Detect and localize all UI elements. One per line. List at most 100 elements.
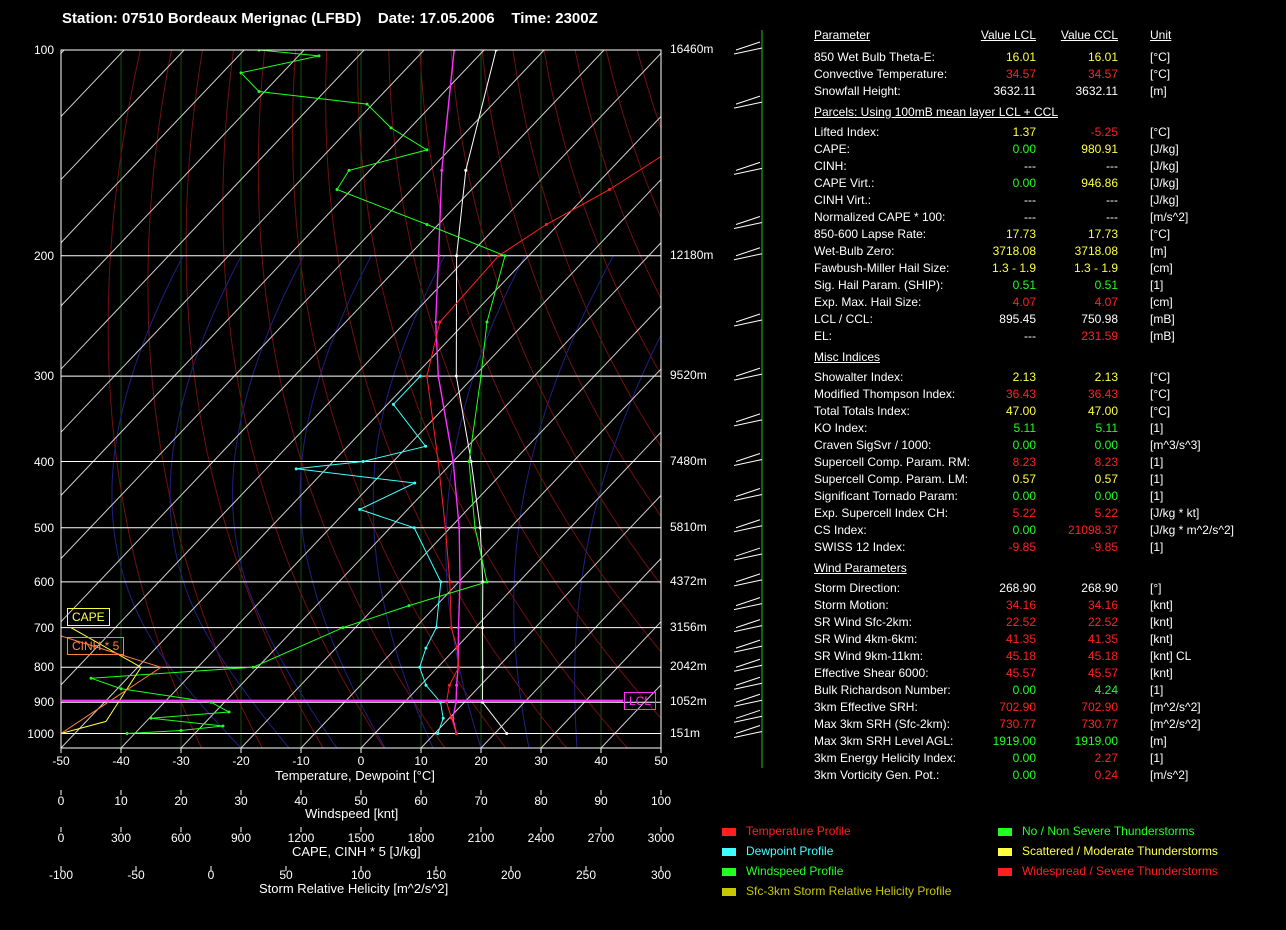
srh-tick-label: 100 (350, 868, 372, 882)
param-unit: [1] (1150, 455, 1164, 469)
temp-tick-label: -20 (232, 754, 250, 768)
dry-adiabat (185, 50, 324, 748)
legend-swatch (998, 827, 1012, 836)
param-name: LCL / CCL: (814, 312, 873, 326)
windspeed-point (335, 188, 339, 192)
table-row: Fawbush-Miller Hail Size: 1.3 - 1.9 1.3 - … (814, 261, 1274, 277)
table-row: CAPE: 0.00 980.91 [J/kg] (814, 142, 1274, 158)
temperature-profile-point (449, 626, 453, 630)
srh-tick-label: 150 (425, 868, 447, 882)
height-label: 3156m (670, 619, 707, 634)
param-unit: [J/kg] (1150, 159, 1179, 173)
table-row: Lifted Index: 1.37 -5.25 [°C] (814, 125, 1274, 141)
table-row: Storm Direction: 268.90 268.90 [°] (814, 581, 1274, 597)
param-value-ccl: 21098.37 (1067, 523, 1118, 537)
param-value-lcl: 34.16 (1005, 598, 1036, 612)
param-value-lcl: 0.00 (1012, 489, 1036, 503)
param-unit: [1] (1150, 683, 1164, 697)
cinh-box: CINH * 5 (67, 637, 125, 655)
param-value-ccl: 22.52 (1087, 615, 1118, 629)
srh-tick-label: 50 (279, 868, 293, 882)
param-unit: [mB] (1150, 329, 1175, 343)
param-value-ccl: 268.90 (1081, 581, 1118, 595)
table-row: KO Index: 5.11 5.11 [1] (814, 421, 1274, 437)
pressure-label: 400 (33, 454, 54, 469)
param-value-lcl: 1919.00 (992, 734, 1036, 748)
temperature-profile-point (447, 683, 451, 687)
param-value-ccl: 2.13 (1094, 370, 1118, 384)
param-unit: [knt] CL (1150, 649, 1192, 663)
cape-tick-label: 0 (57, 831, 65, 845)
pressure-label: 100 (33, 43, 54, 57)
table-header: Parameter Value LCL Value CCL Unit (814, 28, 1274, 44)
table-row: Convective Temperature: 34.57 34.57 [°C] (814, 67, 1274, 83)
pressure-label: 600 (33, 574, 54, 589)
height-label: 4372m (670, 573, 707, 588)
section-title: Misc Indices (814, 350, 881, 364)
windspeed-point (221, 724, 225, 728)
table-row: 3km Energy Helicity Index: 0.00 2.27 [1] (814, 751, 1274, 767)
dewpoint-profile-point (436, 732, 440, 736)
param-name: CINH Virt.: (814, 193, 872, 207)
table-row: Total Totals Index: 47.00 47.00 [°C] (814, 404, 1274, 420)
legend-swatch (722, 847, 736, 856)
wind-tick-label: 20 (174, 794, 188, 808)
virtual-temp-profile-point (454, 374, 458, 378)
param-value-ccl: 34.57 (1087, 67, 1118, 81)
temperature-profile-point (436, 460, 440, 464)
windspeed-point (365, 102, 369, 106)
legend-item: Scattered / Moderate Thunderstorms (998, 844, 1218, 858)
table-row: SR Wind 9km-11km: 45.18 45.18 [knt] CL (814, 649, 1274, 665)
table-row: 3km Vorticity Gen. Pot.: 0.00 0.24 [m/s^2] (814, 768, 1274, 784)
cape-tick-label: 300 (110, 831, 132, 845)
param-name: SR Wind 9km-11km: (814, 649, 924, 663)
param-name: Wet-Bulb Zero: (814, 244, 895, 258)
param-unit: [J/kg] (1150, 193, 1179, 207)
pressure-label: 700 (33, 620, 54, 635)
param-value-lcl: 17.73 (1005, 227, 1036, 241)
header-unit: Unit (1150, 28, 1172, 42)
isotherm (61, 50, 65, 54)
moist-adiabat (513, 255, 614, 748)
param-value-ccl: 0.00 (1094, 489, 1118, 503)
wind-tick-label: 30 (234, 794, 248, 808)
srh-tick-label: 300 (650, 868, 672, 882)
param-name: CAPE: (814, 142, 851, 156)
temperature-profile-point (670, 148, 673, 151)
param-value-ccl: --- (1106, 210, 1118, 224)
height-label: 9520m (670, 368, 707, 383)
table-row: LCL / CCL: 895.45 750.98 [mB] (814, 312, 1274, 328)
header-lcl: Value LCL (980, 28, 1036, 42)
table-row: Wet-Bulb Zero: 3718.08 3718.08 [m] (814, 244, 1274, 260)
temperature-profile-point (450, 716, 454, 720)
param-value-lcl: --- (1024, 159, 1036, 173)
virtual-temp-profile-point (505, 732, 509, 736)
windspeed-point (407, 604, 411, 608)
param-unit: [cm] (1150, 261, 1173, 275)
wind-tick-label: 70 (474, 794, 488, 808)
table-row: Showalter Index: 2.13 2.13 [°C] (814, 370, 1274, 386)
param-unit: [°C] (1150, 404, 1171, 418)
param-value-lcl: 22.52 (1005, 615, 1036, 629)
windspeed-point (425, 222, 429, 226)
param-value-ccl: 36.43 (1087, 387, 1118, 401)
param-value-lcl: 16.01 (1005, 50, 1036, 64)
param-value-lcl: 268.90 (999, 581, 1036, 595)
param-name: 850-600 Lapse Rate: (814, 227, 927, 241)
legend-label: Scattered / Moderate Thunderstorms (1022, 844, 1218, 858)
param-value-lcl: 45.18 (1005, 649, 1036, 663)
param-unit: [1] (1150, 751, 1164, 765)
isotherm (180, 242, 661, 748)
param-value-ccl: 45.57 (1087, 666, 1118, 680)
param-name: Lifted Index: (814, 125, 880, 139)
param-value-lcl: 41.35 (1005, 632, 1036, 646)
legend-swatch (722, 867, 736, 876)
param-name: CS Index: (814, 523, 867, 537)
section-title: Wind Parameters (814, 561, 907, 575)
param-value-lcl: 3718.08 (992, 244, 1036, 258)
temperature-profile (426, 155, 661, 734)
table-row: Storm Motion: 34.16 34.16 [knt] (814, 598, 1274, 614)
param-name: CINH: (814, 159, 847, 173)
cape-tick-label: 2100 (467, 831, 495, 845)
temp-tick-label: -40 (112, 754, 130, 768)
